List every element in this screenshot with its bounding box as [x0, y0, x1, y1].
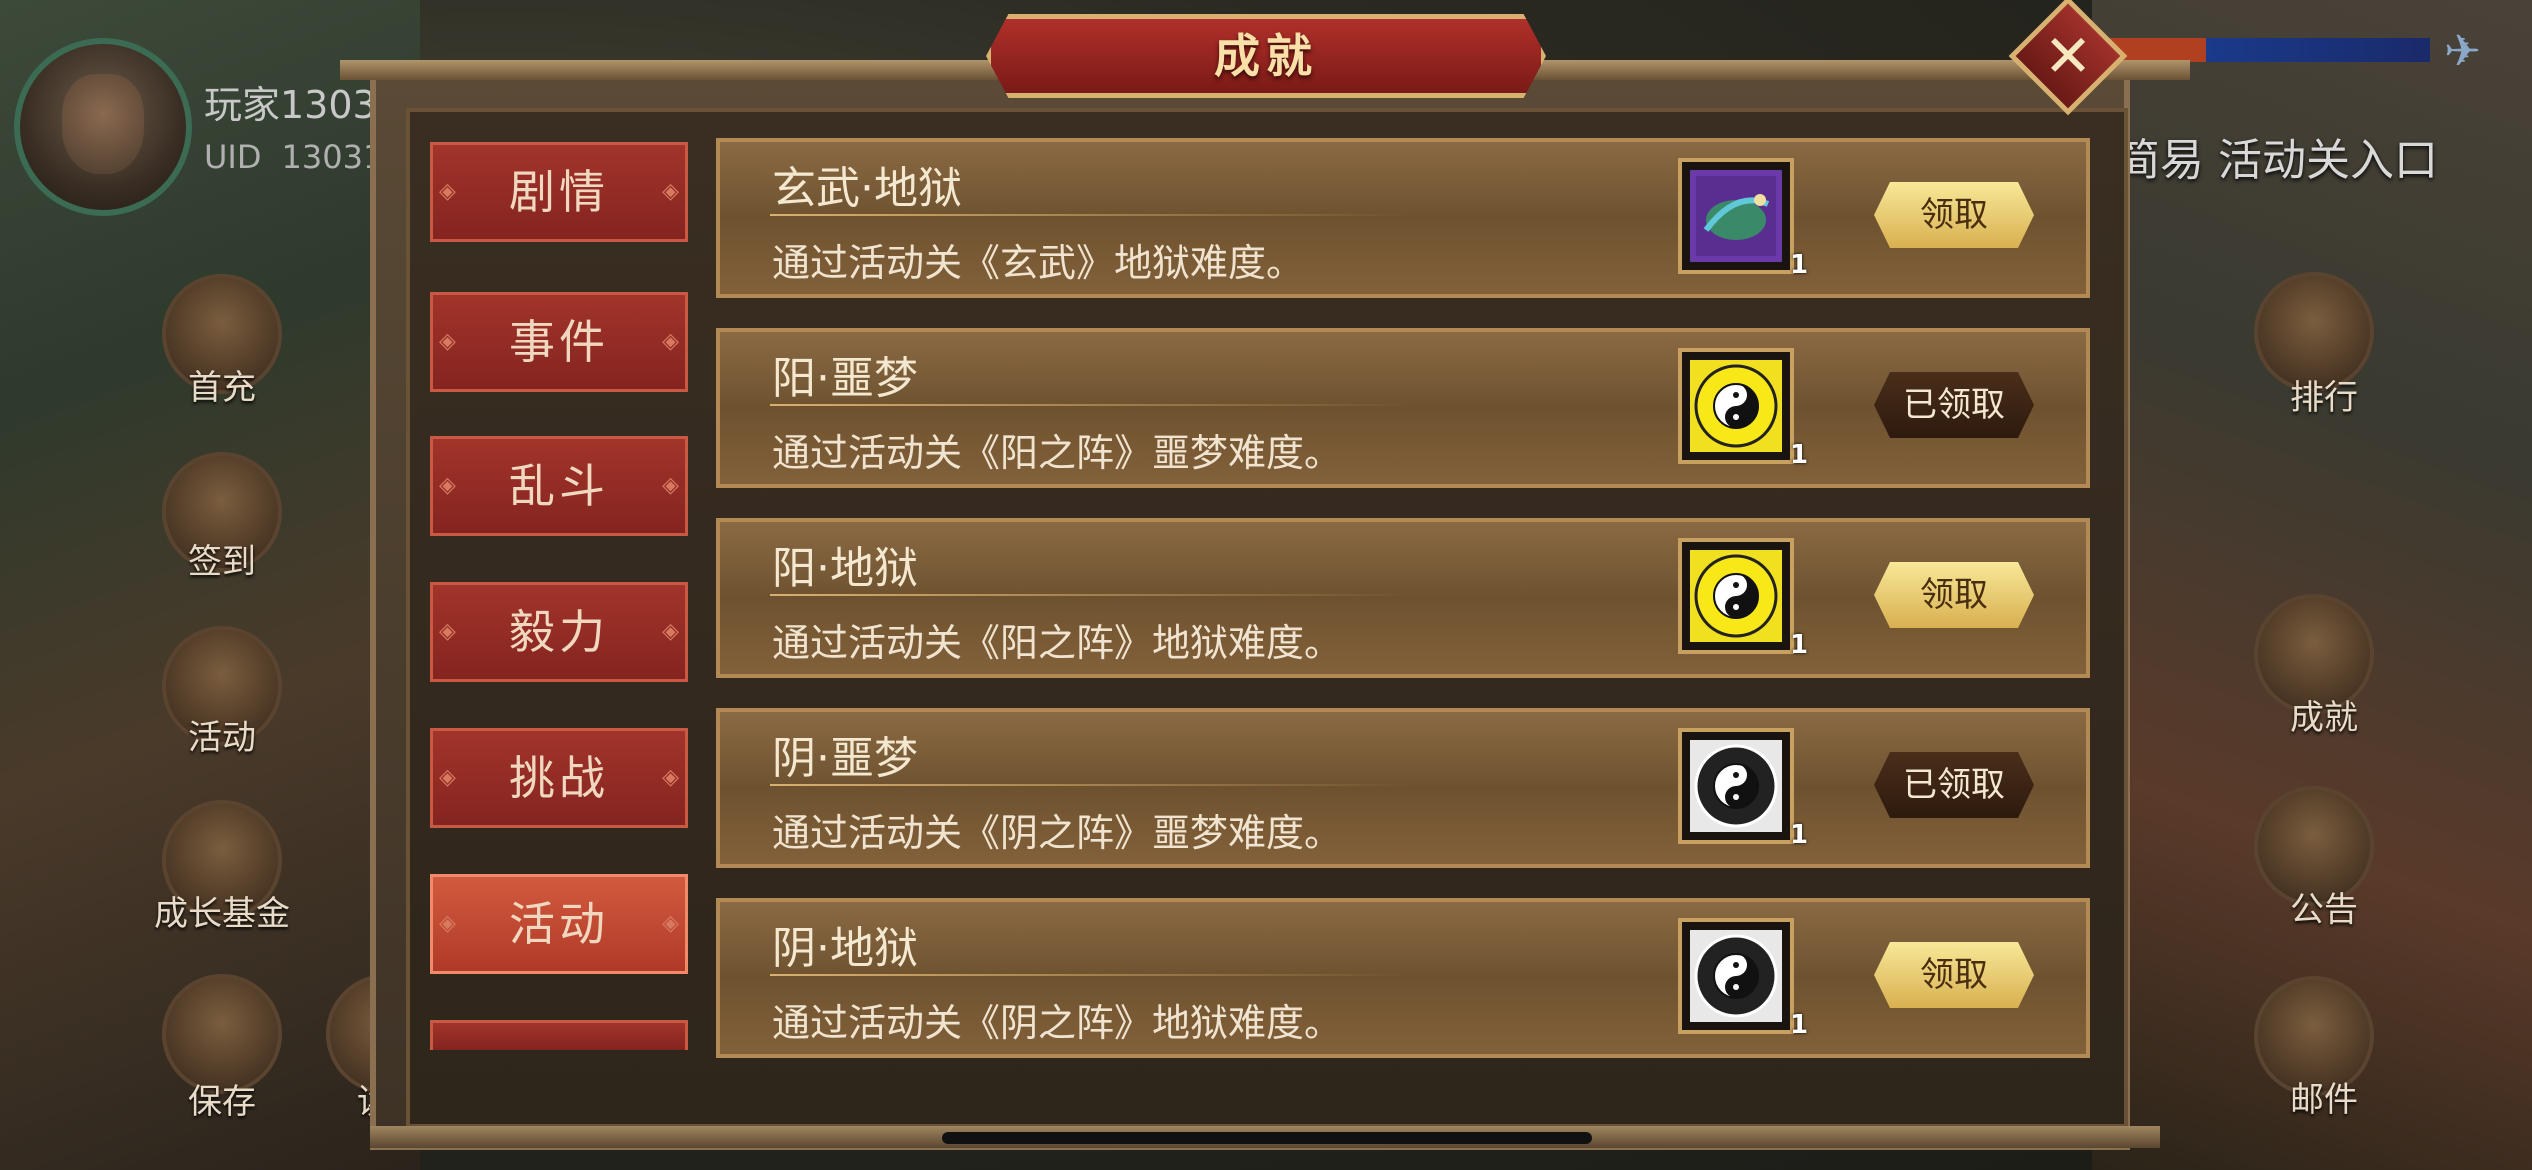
- divider: [770, 214, 1410, 216]
- bird-icon: ✈: [2444, 26, 2481, 77]
- reward-count: 1: [1790, 250, 1809, 280]
- achievement-row: 阳·地狱 通过活动关《阳之阵》地狱难度。 1 领取: [716, 518, 2090, 678]
- health-bar: [2110, 38, 2430, 62]
- tab-challenge[interactable]: 挑战: [430, 728, 688, 828]
- tab-label: 剧情: [509, 165, 609, 219]
- achievement-row: 阳·噩梦 通过活动关《阳之阵》噩梦难度。 1 已领取: [716, 328, 2090, 488]
- tab-perseverance[interactable]: 毅力: [430, 582, 688, 682]
- achievement-desc: 通过活动关《阴之阵》噩梦难度。: [772, 811, 1343, 855]
- achievement-title: 阴·噩梦: [772, 733, 918, 784]
- claim-button[interactable]: 领取: [1874, 562, 2034, 628]
- achievement-list[interactable]: 玄武·地狱 通过活动关《玄武》地狱难度。 1 领取 阳·噩梦 通过活动关《阳之阵…: [716, 138, 2090, 1098]
- tab-activity[interactable]: 活动: [430, 874, 688, 974]
- claim-button[interactable]: 领取: [1874, 182, 2034, 248]
- reward-slot[interactable]: [1678, 348, 1794, 464]
- achievement-desc: 通过活动关《阳之阵》噩梦难度。: [772, 431, 1343, 475]
- achievement-row: 阴·噩梦 通过活动关《阴之阵》噩梦难度。 1 已领取: [716, 708, 2090, 868]
- claimed-button: 已领取: [1874, 372, 2034, 438]
- achievement-desc: 通过活动关《阴之阵》地狱难度。: [772, 1001, 1343, 1045]
- reward-count: 1: [1790, 440, 1809, 470]
- tab-label: 挑战: [509, 751, 609, 805]
- reward-slot[interactable]: [1678, 728, 1794, 844]
- divider: [770, 974, 1410, 976]
- close-icon[interactable]: ✕: [2026, 14, 2110, 98]
- achievement-title: 玄武·地狱: [772, 163, 962, 214]
- reward-slot[interactable]: [1678, 538, 1794, 654]
- yang-taiji-icon: [1690, 360, 1782, 452]
- divider: [770, 594, 1410, 596]
- activity-label: 活动: [188, 718, 256, 758]
- player-name: 玩家1303: [204, 83, 377, 127]
- achievement-title: 阳·地狱: [772, 543, 918, 594]
- reward-count: 1: [1790, 630, 1809, 660]
- reward-count: 1: [1790, 1010, 1809, 1040]
- achievement-row: 玄武·地狱 通过活动关《玄武》地狱难度。 1 领取: [716, 138, 2090, 298]
- tab-story[interactable]: 剧情: [430, 142, 688, 242]
- yin-taiji-icon: [1690, 740, 1782, 832]
- avatar-face: [62, 74, 144, 174]
- achievement-desc: 通过活动关《玄武》地狱难度。: [772, 241, 1305, 285]
- achievement-title: 阳·噩梦: [772, 353, 918, 404]
- reward-slot[interactable]: [1678, 158, 1794, 274]
- achievement-desc: 通过活动关《阳之阵》地狱难度。: [772, 621, 1343, 665]
- tab-label: 活动: [509, 897, 609, 951]
- achievement-row: 阴·地狱 通过活动关《阴之阵》地狱难度。 1 领取: [716, 898, 2090, 1058]
- yin-taiji-icon: [1690, 930, 1782, 1022]
- tab-label: 毅力: [509, 605, 609, 659]
- uid-label: UID: [204, 138, 262, 176]
- ranking-label: 排行: [2290, 378, 2358, 418]
- tab-event[interactable]: 事件: [430, 292, 688, 392]
- first-recharge-label: 首充: [188, 368, 256, 408]
- reward-count: 1: [1790, 820, 1809, 850]
- xuanwu-item-icon: [1690, 170, 1782, 262]
- claimed-button: 已领取: [1874, 752, 2034, 818]
- home-indicator[interactable]: [942, 1132, 1592, 1144]
- tab-label: 乱斗: [509, 459, 609, 513]
- tab-label: 事件: [509, 315, 609, 369]
- reward-slot[interactable]: [1678, 918, 1794, 1034]
- tab-next-partial[interactable]: [430, 1020, 688, 1050]
- divider: [770, 404, 1410, 406]
- tab-melee[interactable]: 乱斗: [430, 436, 688, 536]
- mail-label: 邮件: [2290, 1080, 2358, 1120]
- achievement-menu-label: 成就: [2290, 698, 2358, 738]
- event-stage-entry[interactable]: 简易 活动关入口: [2116, 124, 2438, 188]
- dialog-title: 成就: [1214, 29, 1318, 83]
- achievement-title: 阴·地狱: [772, 923, 918, 974]
- player-avatar[interactable]: [14, 38, 192, 216]
- claim-button[interactable]: 领取: [1874, 942, 2034, 1008]
- checkin-label: 签到: [188, 542, 256, 582]
- divider: [770, 784, 1410, 786]
- yang-taiji-icon: [1690, 550, 1782, 642]
- growth-fund-label: 成长基金: [154, 894, 290, 934]
- announcement-label: 公告: [2290, 890, 2358, 930]
